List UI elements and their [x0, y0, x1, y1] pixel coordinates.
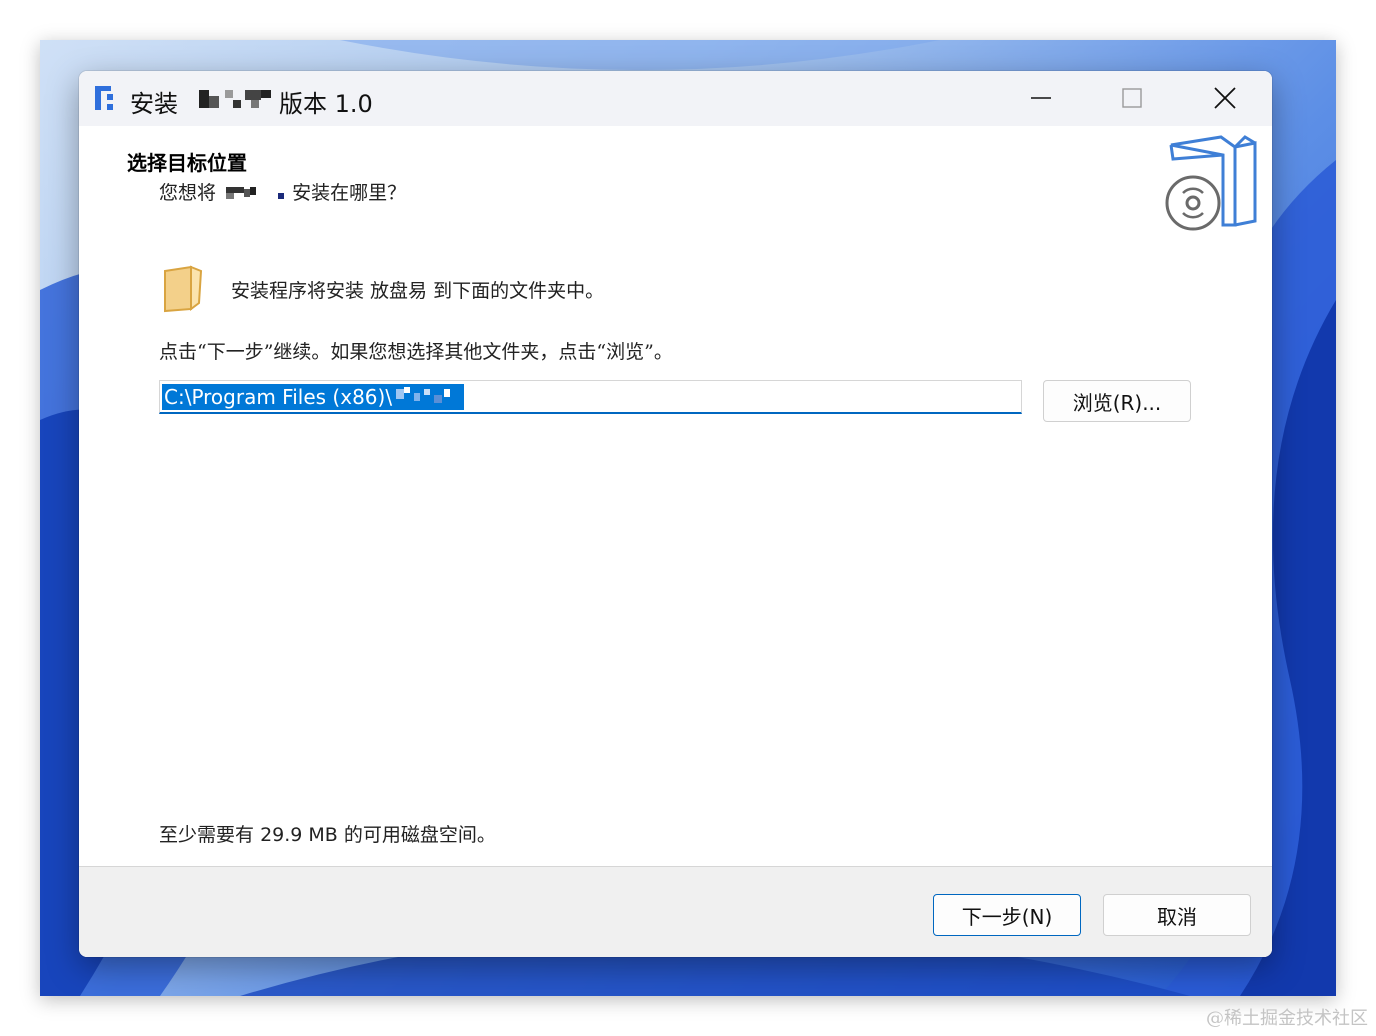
- next-button[interactable]: 下一步(N): [933, 894, 1081, 936]
- subtitle-prefix: 您想将: [159, 182, 217, 204]
- minimize-icon: [1031, 97, 1051, 99]
- redacted-app-name: [199, 90, 271, 108]
- space-suffix: 的可用磁盘空间。: [343, 824, 496, 846]
- minimize-button[interactable]: [995, 71, 1087, 126]
- close-icon: [1214, 87, 1236, 109]
- install-package-icon: [1165, 135, 1257, 231]
- close-button[interactable]: [1179, 71, 1271, 126]
- path-selection: C:\Program Files (x86)\: [162, 384, 465, 410]
- redacted-app-name-inline: [226, 187, 285, 199]
- cancel-button[interactable]: 取消: [1103, 894, 1251, 936]
- path-value: C:\Program Files (x86)\: [164, 385, 393, 409]
- space-value: 29.9 MB: [260, 824, 338, 846]
- subtitle-suffix: 安装在哪里？: [292, 182, 407, 204]
- watermark-text: @稀土掘金技术社区: [1206, 1008, 1368, 1029]
- title-install-text: 安装: [130, 90, 178, 118]
- maximize-button[interactable]: [1087, 71, 1179, 126]
- install-path-input[interactable]: C:\Program Files (x86)\: [159, 380, 1022, 414]
- space-prefix: 至少需要有: [159, 824, 255, 846]
- page-subtitle: 您想将 安装在哪里？: [159, 178, 406, 205]
- title-version-text: 版本 1.0: [279, 90, 373, 118]
- installer-window: 安装 版本 1.0 选择目标位置 您想将 安装在哪里？ 安装程序将安装 放盘易 …: [79, 71, 1272, 957]
- button-bar: 下一步(N) 取消: [79, 866, 1272, 957]
- folder-icon: [164, 265, 203, 313]
- page-title: 选择目标位置: [127, 151, 247, 175]
- browse-button[interactable]: 浏览(R)...: [1043, 380, 1191, 422]
- app-logo-icon: [95, 86, 113, 110]
- install-info-text: 安装程序将安装 放盘易 到下面的文件夹中。: [231, 280, 605, 302]
- title-bar[interactable]: 安装 版本 1.0: [79, 71, 1272, 126]
- instruction-text: 点击“下一步”继续。如果您想选择其他文件夹，点击“浏览”。: [159, 341, 673, 363]
- maximize-icon: [1122, 88, 1142, 108]
- disk-space-text: 至少需要有 29.9 MB 的可用磁盘空间。: [159, 820, 496, 847]
- redacted-folder-name: [396, 387, 451, 403]
